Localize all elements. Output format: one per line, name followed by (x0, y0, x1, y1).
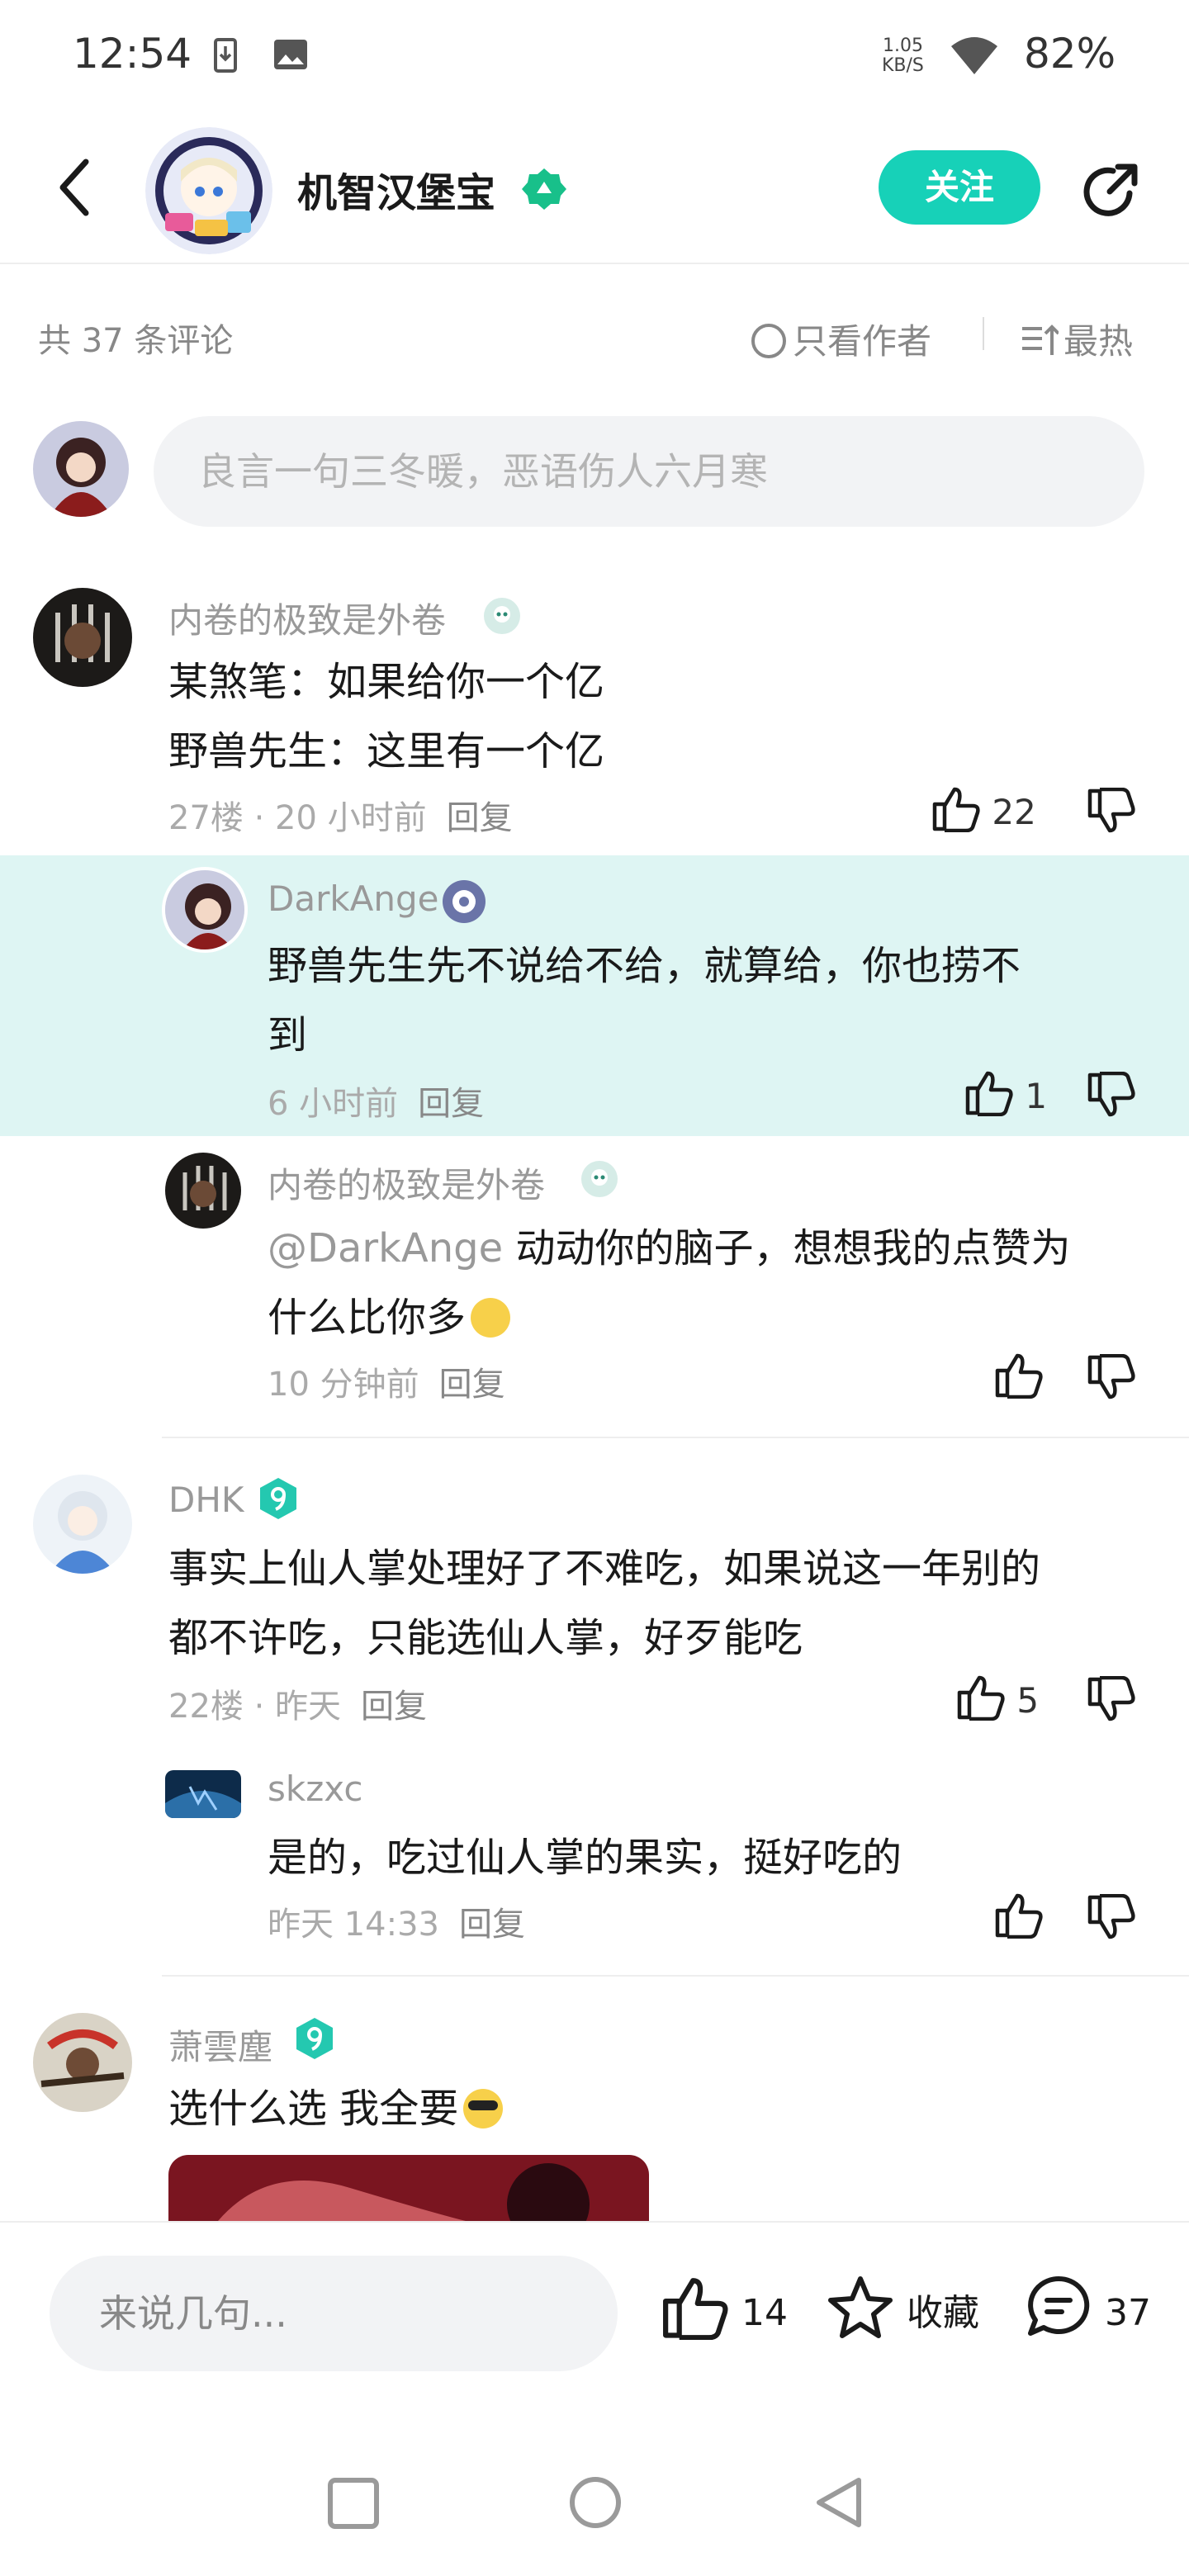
comments-button[interactable]: 37 (1024, 2274, 1151, 2340)
top-header: 机智汉堡宝 关注 (0, 116, 1189, 264)
comment-text: 某煞笔：如果给你一个亿 野兽先生：这里有一个亿 (168, 659, 605, 774)
divider (162, 1975, 1189, 1977)
reply-link[interactable]: 回复 (361, 1688, 427, 1726)
cool-emoji-icon (463, 2089, 504, 2129)
gallery-icon (272, 38, 309, 74)
comments-toolbar: 共 37 条评论 只看作者 最热 (0, 264, 1189, 413)
download-icon (213, 38, 238, 76)
reply-avatar[interactable] (165, 1153, 241, 1229)
sort-icon (1022, 324, 1060, 355)
back-arrow-icon[interactable] (58, 159, 91, 220)
share-icon[interactable] (1077, 159, 1143, 228)
comment-input[interactable]: 良言一句三冬暖，恶语伤人六月寒 (154, 416, 1144, 527)
favorite-button[interactable]: 收藏 (826, 2274, 979, 2340)
divider (983, 317, 984, 350)
comment-text: 事实上仙人掌处理好了不难吃，如果说这一年别的 都不许吃，只能选仙人掌，好歹能吃 (168, 1546, 1041, 1661)
sort-button[interactable]: 最热 (1021, 314, 1133, 364)
my-avatar (33, 421, 129, 517)
only-author-toggle[interactable]: 只看作者 (751, 314, 931, 364)
like-button[interactable] (994, 1891, 1044, 1947)
reply-user-name[interactable]: 内卷的极致是外卷 (268, 1158, 545, 1208)
reply-link[interactable]: 回复 (459, 1906, 525, 1944)
author-name[interactable]: 机智汉堡宝 (297, 160, 495, 218)
wifi-icon (950, 35, 999, 79)
thumbs-up-icon (932, 787, 980, 833)
thumbs-up-icon (995, 1353, 1043, 1399)
thumbs-up-icon (965, 1071, 1013, 1117)
network-speed: 1.05 KB/S (882, 36, 924, 76)
reply-meta: 6 小时前 回复 (268, 1085, 485, 1123)
comment-meta: 22楼 · 昨天 回复 (168, 1688, 428, 1726)
chat-bubble-icon (1028, 2275, 1090, 2336)
level-badge-icon (482, 596, 522, 639)
thumbs-up-icon (995, 1893, 1043, 1939)
home-icon[interactable] (568, 2475, 623, 2533)
commenter-avatar[interactable] (33, 588, 132, 687)
author-avatar[interactable] (145, 127, 272, 254)
post-like-button[interactable]: 14 (661, 2274, 788, 2341)
mention: @DarkAnge (268, 1225, 504, 1271)
status-time: 12:54 (73, 30, 192, 78)
thumbs-up-icon (957, 1675, 1005, 1721)
reply-avatar[interactable] (165, 1770, 241, 1818)
battery-level: 82% (1024, 30, 1116, 78)
reply-text: @DarkAnge 动动你的脑子，想想我的点赞为 什么比你多 (268, 1225, 1071, 1341)
reply-user-name[interactable]: DarkAnge (268, 878, 439, 919)
reply-meta: 10 分钟前 回复 (268, 1366, 505, 1404)
commenter-name[interactable]: DHK (168, 1480, 244, 1520)
commenter-avatar[interactable] (33, 1475, 132, 1574)
emoji-icon (471, 1298, 511, 1338)
commenter-name[interactable]: 萧雲塵 (168, 2020, 272, 2070)
comment-meta: 27楼 · 20 小时前 回复 (168, 799, 513, 837)
commenter-avatar[interactable] (33, 2013, 132, 2112)
thumbs-down-icon[interactable] (1087, 1071, 1136, 1123)
back-icon[interactable] (814, 2475, 864, 2533)
reply-avatar[interactable] (162, 867, 248, 953)
reply-text: 是的，吃过仙人掌的果实，挺好吃的 (268, 1835, 902, 1881)
commenter-name[interactable]: 内卷的极致是外卷 (168, 593, 446, 643)
star-icon (828, 2276, 893, 2338)
bottom-comment-input[interactable]: 来说几句... (50, 2256, 618, 2371)
thumbs-down-icon[interactable] (1087, 787, 1136, 839)
level-badge-icon (580, 1159, 619, 1202)
verified-badge-icon (522, 167, 566, 215)
thumbs-down-icon[interactable] (1087, 1893, 1136, 1945)
thumbs-up-icon (663, 2278, 728, 2341)
level-badge-icon (441, 878, 487, 928)
reply-link[interactable]: 回复 (418, 1085, 484, 1123)
thumbs-down-icon[interactable] (1087, 1675, 1136, 1727)
like-button[interactable] (994, 1351, 1044, 1407)
status-bar: 12:54 1.05 KB/S 82% (0, 0, 1189, 116)
reply-text: 野兽先生先不说给不给，就算给，你也捞不 到 (268, 943, 1021, 1058)
comment-text: 选什么选 我全要 (168, 2074, 504, 2143)
system-nav-bar (0, 2378, 1189, 2576)
like-button[interactable]: 22 (931, 784, 1036, 833)
bottom-action-bar: 来说几句... 14 收藏 37 (0, 2221, 1189, 2378)
level-9-badge-icon (292, 2016, 337, 2064)
like-button[interactable]: 5 (956, 1673, 1039, 1721)
thumbs-down-icon[interactable] (1087, 1353, 1136, 1405)
comment-count: 共 37 条评论 (38, 322, 234, 360)
divider (162, 1437, 1189, 1438)
level-9-badge-icon (256, 1476, 301, 1524)
reply-user-name[interactable]: skzxc (268, 1769, 362, 1809)
radio-circle-icon (751, 324, 786, 358)
like-button[interactable]: 1 (964, 1068, 1047, 1117)
follow-button[interactable]: 关注 (879, 150, 1040, 225)
comment-image[interactable] (168, 2155, 649, 2221)
reply-link[interactable]: 回复 (447, 799, 513, 837)
recent-apps-icon[interactable] (327, 2477, 380, 2533)
reply-meta: 昨天 14:33 回复 (268, 1906, 525, 1944)
reply-link[interactable]: 回复 (439, 1366, 505, 1404)
